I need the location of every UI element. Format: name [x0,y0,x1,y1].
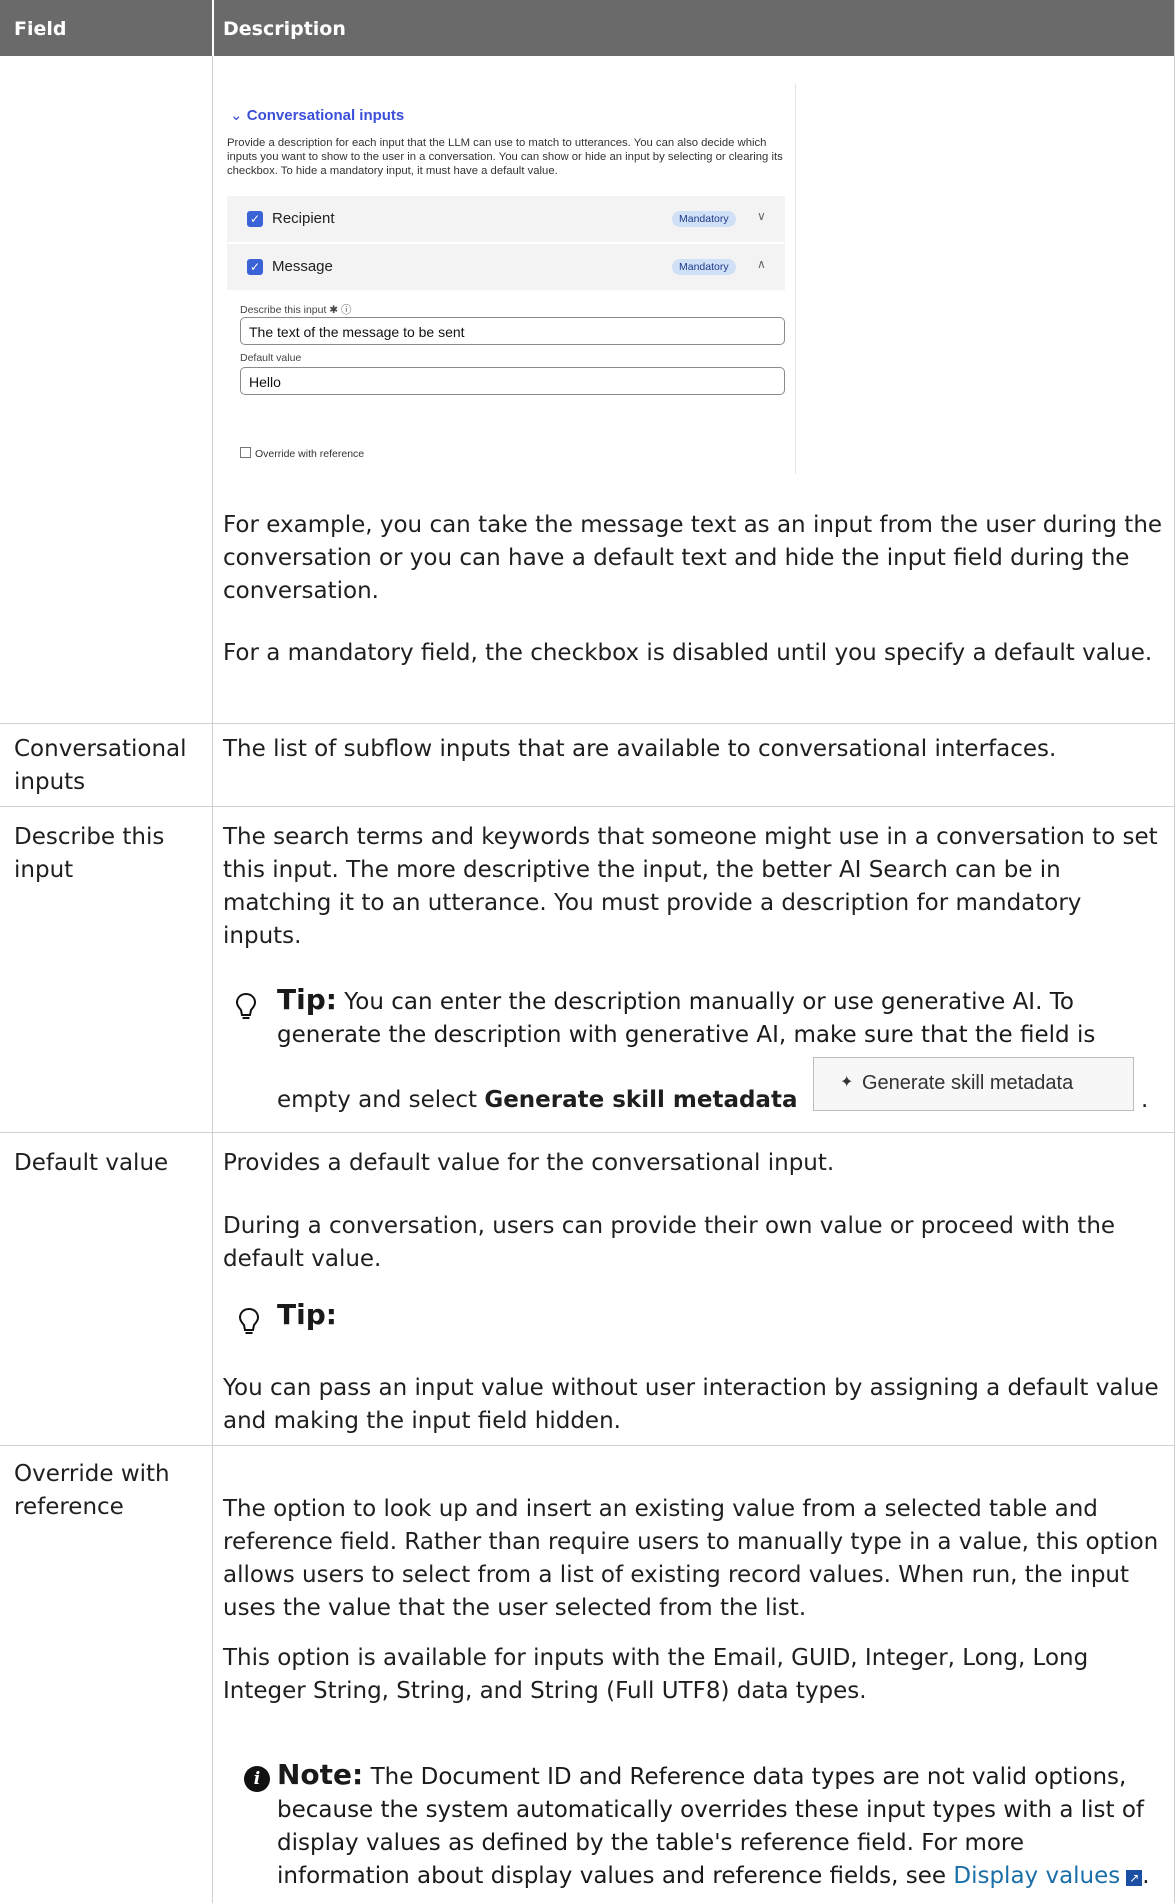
field-description: The search terms and keywords that someo… [223,824,1158,949]
describe-input-label: Describe this input ✱ ⓘ [240,304,352,316]
mandatory-badge: Mandatory [672,259,736,275]
screenshot-border [795,84,796,474]
tip-text-continued: empty and select Generate skill metadata [277,1084,797,1117]
column-divider [212,56,213,1903]
period: . [1142,1863,1150,1889]
note-block: Note: The Document ID and Reference data… [277,1758,1157,1893]
describe-input-field[interactable]: The text of the message to be sent [240,317,785,345]
conversational-inputs-screenshot: ⌄ Conversational inputs Provide a descri… [222,84,797,474]
chevron-up-icon[interactable]: ∧ [757,257,766,271]
override-label: Override with reference [255,448,365,460]
chevron-down-icon: ⌄ [230,107,243,124]
default-value-label: Default value [240,352,302,364]
header-divider [212,0,214,56]
input-label: Recipient [272,210,335,227]
field-name: Default value [14,1150,169,1176]
section-title-text: Conversational inputs [246,107,405,124]
row0-paragraph: For a mandatory field, the checkbox is d… [223,640,1153,666]
override-checkbox[interactable]: Override with reference [240,447,364,460]
tip-label: Tip: [277,983,337,1016]
field-description: Provides a default value for the convers… [223,1150,835,1176]
header-field: Field [14,18,67,40]
input-row-message[interactable]: ✓ Message Mandatory ∧ [227,244,785,290]
tip-text-part: empty and select [277,1087,478,1113]
field-description: The list of subflow inputs that are avai… [223,736,1057,762]
input-label: Message [272,258,333,275]
note-label: Note: [277,1758,364,1791]
field-description: During a conversation, users can provide… [223,1213,1116,1272]
row-divider [0,806,1175,807]
external-link-icon[interactable]: ↗ [1126,1870,1143,1886]
lightbulb-icon [238,1307,260,1334]
row-divider [0,723,1175,724]
button-label: Generate skill metadata [862,1072,1074,1094]
chevron-down-icon[interactable]: ∨ [757,209,766,223]
generate-skill-metadata-button[interactable]: ✦ Generate skill metadata [813,1057,1134,1111]
field-name: Describe this input [14,824,165,883]
sparkle-icon: ✦ [840,1074,854,1091]
tip-label: Tip: [277,1298,337,1331]
section-description: Provide a description for each input tha… [227,137,783,177]
input-row-recipient[interactable]: ✓ Recipient Mandatory ∨ [227,196,785,242]
checkbox-icon[interactable] [240,447,251,458]
tip-text: You can enter the description manually o… [277,989,1096,1048]
section-title: ⌄ Conversational inputs [230,106,404,124]
tip-bold-text: Generate skill metadata [484,1087,798,1113]
row-divider [0,1445,1175,1446]
period: . [1141,1087,1149,1113]
default-value-field[interactable]: Hello [240,367,785,395]
tip-block: Tip: [277,1298,337,1334]
row-divider [0,1132,1175,1133]
lightbulb-icon [235,992,257,1019]
field-description: The option to look up and insert an exis… [223,1496,1159,1621]
row0-paragraph: For example, you can take the message te… [223,512,1163,604]
checkbox-checked-icon[interactable]: ✓ [247,211,263,227]
display-values-link[interactable]: Display values [953,1863,1120,1889]
table-header: Field Description [0,0,1175,56]
header-description: Description [223,18,346,40]
mandatory-badge: Mandatory [672,211,736,227]
info-icon: i [244,1766,270,1792]
field-name: Conversational inputs [14,736,187,795]
tip-block: Tip: You can enter the description manua… [277,983,1157,1052]
checkbox-checked-icon[interactable]: ✓ [247,259,263,275]
field-name: Override with reference [14,1461,170,1520]
field-description: This option is available for inputs with… [223,1645,1089,1704]
field-description: You can pass an input value without user… [223,1375,1159,1434]
